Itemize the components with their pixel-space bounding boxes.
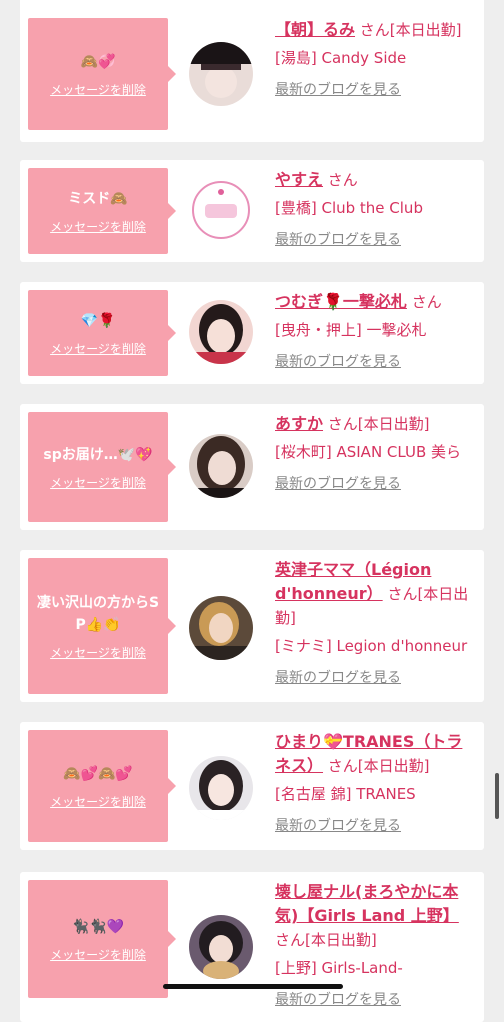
home-indicator[interactable]	[163, 984, 343, 989]
member-info: 英津子ママ（Légion d'honneur） さん[本日出勤] [ミナミ] L…	[275, 558, 475, 690]
delete-message-link[interactable]: メッセージを削除	[50, 218, 146, 235]
member-name-link[interactable]: つむぎ🌹一撃必札	[275, 292, 407, 311]
avatar[interactable]	[189, 596, 253, 660]
delete-message-link[interactable]: メッセージを削除	[50, 474, 146, 491]
latest-blog-link[interactable]: 最新のブログを見る	[275, 78, 475, 102]
message-card: 🙈💞 メッセージを削除 【朝】るみ さん[本日出勤] [湯島] Candy Si…	[20, 0, 484, 142]
message-card: 凄い沢山の方からSP👍👏 メッセージを削除 英津子ママ（Légion d'hon…	[20, 550, 484, 702]
message-bubble: 💎🌹 メッセージを削除	[28, 290, 176, 376]
delete-message-link[interactable]: メッセージを削除	[50, 793, 146, 810]
shop-label: [桜木町] ASIAN CLUB 美ら	[275, 443, 462, 461]
shop-label: [湯島] Candy Side	[275, 49, 407, 67]
latest-blog-link[interactable]: 最新のブログを見る	[275, 988, 475, 1012]
member-info: つむぎ🌹一撃必札 さん [曳舟・押上] 一撃必札 最新のブログを見る	[275, 290, 475, 374]
member-suffix: さん[本日出勤]	[359, 21, 462, 39]
shop-label: [ミナミ] Legion d'honneur	[275, 637, 468, 655]
member-info: やすえ さん [豊橋] Club the Club 最新のブログを見る	[275, 168, 475, 252]
latest-blog-link[interactable]: 最新のブログを見る	[275, 666, 475, 690]
delete-message-link[interactable]: メッセージを削除	[50, 81, 146, 98]
message-card: 💎🌹 メッセージを削除 つむぎ🌹一撃必札 さん [曳舟・押上] 一撃必札 最新の…	[20, 282, 484, 384]
message-bubble: ミスド🙈 メッセージを削除	[28, 168, 176, 254]
message-text: 🐈‍⬛🐈‍⬛💜	[71, 918, 125, 935]
member-suffix: さん[本日出勤]	[275, 931, 377, 949]
avatar[interactable]	[189, 756, 253, 820]
message-card: 🙈💕🙈💕 メッセージを削除 ひまり💝TRANES（トラネス） さん[本日出勤] …	[20, 722, 484, 850]
member-info: 壊し屋ナル(まろやかに本気)【Girls Land 上野】 さん[本日出勤] […	[275, 880, 475, 1012]
message-bubble: spお届け…🕊️💖 メッセージを削除	[28, 412, 176, 522]
avatar[interactable]	[189, 42, 253, 106]
member-info: 【朝】るみ さん[本日出勤] [湯島] Candy Side 最新のブログを見る	[275, 18, 475, 102]
message-text: 🙈💕🙈💕	[63, 765, 133, 782]
message-text: 🙈💞	[80, 53, 116, 70]
message-text: spお届け…🕊️💖	[43, 446, 153, 463]
message-text: ミスド🙈	[68, 190, 128, 207]
scrollbar[interactable]	[495, 773, 499, 819]
member-info: あすか さん[本日出勤] [桜木町] ASIAN CLUB 美ら 最新のブログを…	[275, 412, 475, 496]
message-bubble: 🙈💞 メッセージを削除	[28, 18, 176, 130]
member-name-link[interactable]: やすえ	[275, 170, 323, 189]
message-text: 凄い沢山の方からSP👍👏	[36, 594, 160, 633]
delete-message-link[interactable]: メッセージを削除	[50, 946, 146, 963]
message-text: 💎🌹	[80, 312, 116, 329]
message-bubble: 🐈‍⬛🐈‍⬛💜 メッセージを削除	[28, 880, 176, 998]
message-bubble: 凄い沢山の方からSP👍👏 メッセージを削除	[28, 558, 176, 694]
message-card: spお届け…🕊️💖 メッセージを削除 あすか さん[本日出勤] [桜木町] AS…	[20, 404, 484, 530]
shop-label: [曳舟・押上] 一撃必札	[275, 321, 427, 339]
delete-message-link[interactable]: メッセージを削除	[50, 644, 146, 661]
member-suffix: さん	[327, 171, 358, 189]
delete-message-link[interactable]: メッセージを削除	[50, 340, 146, 357]
member-suffix: さん[本日出勤]	[327, 757, 430, 775]
member-name-link[interactable]: 壊し屋ナル(まろやかに本気)【Girls Land 上野】	[275, 882, 459, 925]
shop-label: [名古屋 錦] TRANES	[275, 785, 416, 803]
latest-blog-link[interactable]: 最新のブログを見る	[275, 472, 475, 496]
member-suffix: さん	[411, 293, 442, 311]
avatar[interactable]	[189, 434, 253, 498]
latest-blog-link[interactable]: 最新のブログを見る	[275, 814, 475, 838]
member-name-link[interactable]: 【朝】るみ	[275, 20, 355, 39]
shop-label: [上野] Girls-Land-	[275, 959, 403, 977]
avatar[interactable]	[189, 300, 253, 364]
avatar[interactable]	[189, 178, 253, 242]
latest-blog-link[interactable]: 最新のブログを見る	[275, 350, 475, 374]
member-info: ひまり💝TRANES（トラネス） さん[本日出勤] [名古屋 錦] TRANES…	[275, 730, 475, 838]
member-name-link[interactable]: あすか	[275, 414, 323, 433]
latest-blog-link[interactable]: 最新のブログを見る	[275, 228, 475, 252]
avatar[interactable]	[189, 915, 253, 979]
message-card: ミスド🙈 メッセージを削除 やすえ さん [豊橋] Club the Club …	[20, 160, 484, 262]
message-bubble: 🙈💕🙈💕 メッセージを削除	[28, 730, 176, 842]
member-suffix: さん[本日出勤]	[327, 415, 430, 433]
shop-label: [豊橋] Club the Club	[275, 199, 423, 217]
